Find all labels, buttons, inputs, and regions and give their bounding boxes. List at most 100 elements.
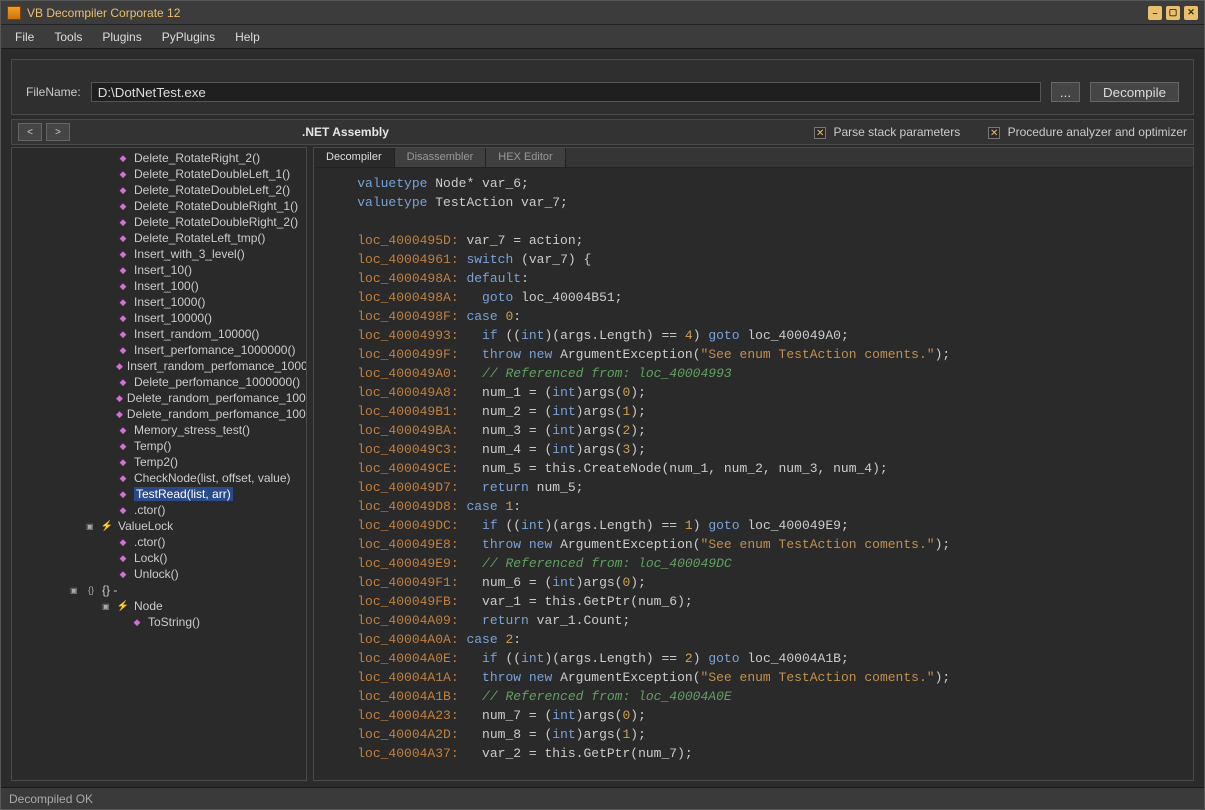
tree-item[interactable]: ToString() xyxy=(12,614,306,630)
tree-item[interactable]: .ctor() xyxy=(12,534,306,550)
assembly-type-label: .NET Assembly xyxy=(302,125,389,139)
method-icon xyxy=(116,184,130,196)
tree-expander-icon[interactable]: ▣ xyxy=(70,586,80,595)
tree-item[interactable]: Unlock() xyxy=(12,566,306,582)
tree-item[interactable]: Delete_random_perfomance_100000() xyxy=(12,406,306,422)
code-line: loc_40004A09: return var_1.Count; xyxy=(326,611,1181,630)
tree-item-label: Delete_RotateLeft_tmp() xyxy=(134,231,265,245)
tree-item[interactable]: Delete_RotateDoubleRight_2() xyxy=(12,214,306,230)
method-icon xyxy=(116,312,130,324)
nav-back-button[interactable]: < xyxy=(18,123,42,141)
code-line xyxy=(326,212,1181,231)
tree-item[interactable]: Delete_RotateLeft_tmp() xyxy=(12,230,306,246)
method-icon xyxy=(116,200,130,212)
code-line: loc_4000499F: throw new ArgumentExceptio… xyxy=(326,345,1181,364)
method-icon xyxy=(130,616,144,628)
tree-item[interactable]: TestRead(list, arr) xyxy=(12,486,306,502)
tree-expander-icon[interactable]: ▣ xyxy=(102,602,112,611)
tree-item-label: Delete_perfomance_1000000() xyxy=(134,375,300,389)
menu-file[interactable]: File xyxy=(5,25,44,49)
tree-view[interactable]: Delete_RotateRight_2()Delete_RotateDoubl… xyxy=(12,148,306,764)
decompile-button[interactable]: Decompile xyxy=(1090,82,1179,102)
tree-item-label: ToString() xyxy=(148,615,200,629)
code-line: loc_40004A23: num_7 = (int)args(0); xyxy=(326,706,1181,725)
tree-horizontal-scrollbar[interactable] xyxy=(12,764,306,780)
tree-item-label: Node xyxy=(134,599,163,613)
code-line: loc_400049BA: num_3 = (int)args(2); xyxy=(326,421,1181,440)
close-button[interactable]: ✕ xyxy=(1184,6,1198,20)
code-line: loc_4000498A: default: xyxy=(326,269,1181,288)
tree-item[interactable]: Insert_10000() xyxy=(12,310,306,326)
tree-item[interactable]: Delete_RotateRight_2() xyxy=(12,150,306,166)
nav-forward-button[interactable]: > xyxy=(46,123,70,141)
brace-icon xyxy=(84,584,98,596)
code-line: loc_40004A37: var_2 = this.GetPtr(num_7)… xyxy=(326,744,1181,763)
tree-item-label: Insert_10000() xyxy=(134,311,212,325)
proc-analyzer-checkbox[interactable]: ✕ Procedure analyzer and optimizer xyxy=(988,125,1187,140)
tree-item[interactable]: Temp2() xyxy=(12,454,306,470)
method-icon xyxy=(116,344,130,356)
menu-pyplugins[interactable]: PyPlugins xyxy=(152,25,225,49)
code-line: loc_400049D7: return num_5; xyxy=(326,478,1181,497)
tree-item[interactable]: .ctor() xyxy=(12,502,306,518)
tree-item[interactable]: Memory_stress_test() xyxy=(12,422,306,438)
tree-item[interactable]: ▣ {} - xyxy=(12,582,306,598)
code-line: loc_400049B1: num_2 = (int)args(1); xyxy=(326,402,1181,421)
filename-input[interactable] xyxy=(91,82,1041,102)
tree-item[interactable]: ▣ ValueLock xyxy=(12,518,306,534)
tree-item[interactable]: Insert_10() xyxy=(12,262,306,278)
tab-disassembler[interactable]: Disassembler xyxy=(395,148,487,167)
method-icon xyxy=(116,424,130,436)
method-icon xyxy=(116,216,130,228)
tree-item-label: Delete_RotateDoubleRight_2() xyxy=(134,215,298,229)
code-panel: Decompiler Disassembler HEX Editor value… xyxy=(313,147,1194,781)
menu-help[interactable]: Help xyxy=(225,25,270,49)
tab-hex-editor[interactable]: HEX Editor xyxy=(486,148,565,167)
tree-item[interactable]: Delete_RotateDoubleLeft_1() xyxy=(12,166,306,182)
tree-item-label: .ctor() xyxy=(134,535,165,549)
tree-item[interactable]: Temp() xyxy=(12,438,306,454)
tree-item[interactable]: ▣ Node xyxy=(12,598,306,614)
app-icon xyxy=(7,6,21,20)
tree-item[interactable]: Lock() xyxy=(12,550,306,566)
code-line: loc_40004993: if ((int)(args.Length) == … xyxy=(326,326,1181,345)
tree-item[interactable]: Delete_RotateDoubleLeft_2() xyxy=(12,182,306,198)
tree-item[interactable]: Delete_perfomance_1000000() xyxy=(12,374,306,390)
tree-item[interactable]: CheckNode(list, offset, value) xyxy=(12,470,306,486)
file-row: FileName: ... Decompile xyxy=(11,59,1194,115)
tree-item[interactable]: Insert_100() xyxy=(12,278,306,294)
tree-item[interactable]: Delete_random_perfomance_1000000() xyxy=(12,390,306,406)
filename-label: FileName: xyxy=(26,85,81,99)
menu-plugins[interactable]: Plugins xyxy=(92,25,151,49)
tree-item-label: {} - xyxy=(102,583,117,597)
code-view[interactable]: valuetype Node* var_6; valuetype TestAct… xyxy=(314,168,1193,780)
proc-analyzer-label: Procedure analyzer and optimizer xyxy=(1008,125,1187,139)
code-line: loc_400049A8: num_1 = (int)args(0); xyxy=(326,383,1181,402)
tab-decompiler[interactable]: Decompiler xyxy=(314,148,395,167)
method-icon xyxy=(116,248,130,260)
code-line: loc_40004A1B: // Referenced from: loc_40… xyxy=(326,687,1181,706)
maximize-button[interactable]: ▢ xyxy=(1166,6,1180,20)
tree-expander-icon[interactable]: ▣ xyxy=(86,522,96,531)
tree-item-label: Delete_RotateDoubleRight_1() xyxy=(134,199,298,213)
tree-item[interactable]: Insert_random_perfomance_1000000() xyxy=(12,358,306,374)
method-icon xyxy=(116,408,123,420)
tree-item[interactable]: Insert_1000() xyxy=(12,294,306,310)
browse-button[interactable]: ... xyxy=(1051,82,1080,102)
tree-item[interactable]: Insert_random_10000() xyxy=(12,326,306,342)
tree-item[interactable]: Delete_RotateDoubleRight_1() xyxy=(12,198,306,214)
code-line: loc_400049E9: // Referenced from: loc_40… xyxy=(326,554,1181,573)
status-text: Decompiled OK xyxy=(9,792,93,806)
tree-item-label: .ctor() xyxy=(134,503,165,517)
code-line: loc_400049C3: num_4 = (int)args(3); xyxy=(326,440,1181,459)
minimize-button[interactable]: – xyxy=(1148,6,1162,20)
tree-item-label: Lock() xyxy=(134,551,167,565)
tree-item[interactable]: Insert_perfomance_1000000() xyxy=(12,342,306,358)
method-icon xyxy=(116,232,130,244)
tree-item[interactable]: Insert_with_3_level() xyxy=(12,246,306,262)
tree-item-label: Insert_random_perfomance_1000000() xyxy=(127,359,306,373)
parse-stack-checkbox[interactable]: ✕ Parse stack parameters xyxy=(814,125,960,140)
code-line: loc_40004A0E: if ((int)(args.Length) == … xyxy=(326,649,1181,668)
menu-tools[interactable]: Tools xyxy=(44,25,92,49)
method-icon xyxy=(116,280,130,292)
